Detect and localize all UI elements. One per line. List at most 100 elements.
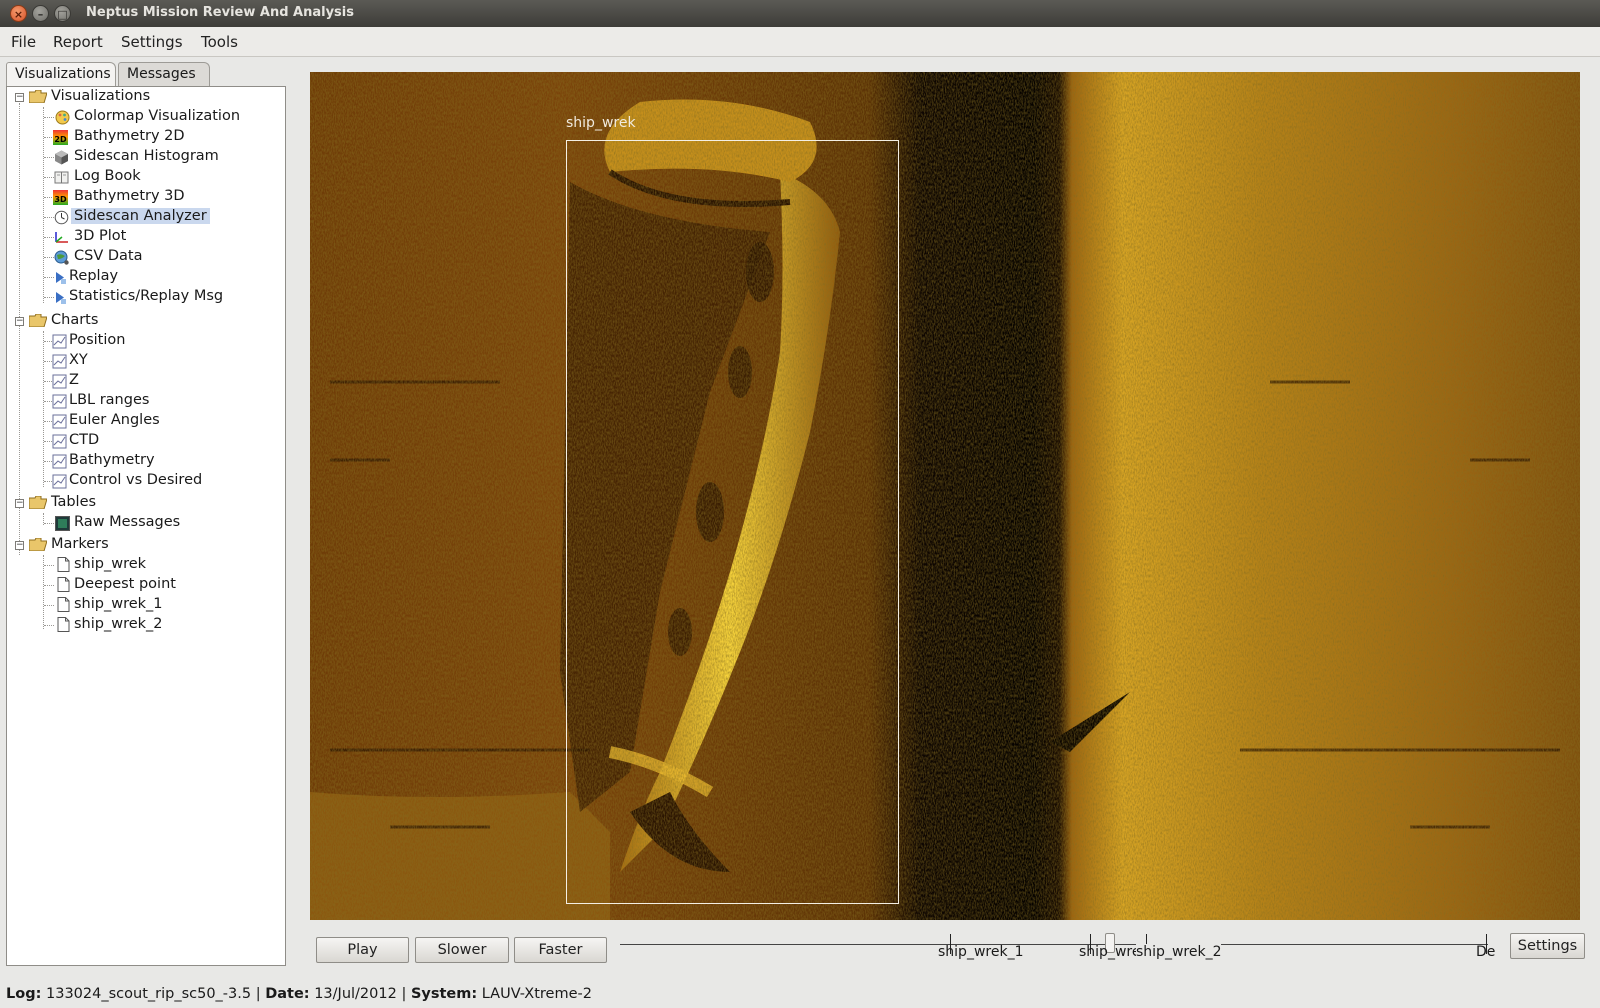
menu-file[interactable]: File bbox=[11, 33, 36, 51]
tree-item-label: Control vs Desired bbox=[69, 472, 203, 488]
folder-open-icon bbox=[29, 538, 47, 551]
settings-button[interactable]: Settings bbox=[1510, 933, 1585, 959]
tree-item-xy[interactable]: XY bbox=[7, 351, 283, 371]
tree-item-label: 3D Plot bbox=[74, 228, 127, 244]
tree-group-visualizations[interactable]: − Visualizations bbox=[7, 87, 283, 107]
faster-button[interactable]: Faster bbox=[514, 937, 607, 963]
chart-icon bbox=[52, 434, 67, 449]
tree-connector bbox=[44, 381, 52, 382]
tree-item-bathymetry[interactable]: Bathymetry bbox=[7, 451, 283, 471]
timeline-slider[interactable]: ship_wrek_1 ship_wrek ship_wrek_2 De bbox=[620, 928, 1495, 968]
globe-icon bbox=[54, 250, 69, 265]
play-button[interactable]: Play bbox=[316, 937, 409, 963]
tree-item-label: Bathymetry 2D bbox=[74, 128, 185, 144]
tree-item-bathymetry-3d[interactable]: 3D Bathymetry 3D bbox=[7, 187, 283, 207]
tree-item-label: ship_wrek bbox=[74, 556, 147, 572]
date-value: 13/Jul/2012 bbox=[314, 986, 397, 1002]
system-value: LAUV-Xtreme-2 bbox=[481, 986, 592, 1002]
tree-item-log-book[interactable]: Log Book bbox=[7, 167, 283, 187]
sidescan-image-view[interactable]: ship_wrek bbox=[310, 72, 1580, 920]
tree-connector bbox=[44, 257, 54, 258]
tree-item-euler-angles[interactable]: Euler Angles bbox=[7, 411, 283, 431]
document-icon bbox=[57, 557, 70, 572]
tree-item-label: CTD bbox=[69, 432, 100, 448]
tree-item-replay[interactable]: Replay bbox=[7, 267, 283, 287]
tree-item-control-vs-desired[interactable]: Control vs Desired bbox=[7, 471, 283, 491]
tree-item-label: Sidescan Analyzer bbox=[71, 208, 210, 224]
menu-report[interactable]: Report bbox=[53, 33, 103, 51]
tree-item-label: Position bbox=[69, 332, 126, 348]
tree-item-label: Bathymetry 3D bbox=[74, 188, 185, 204]
tree-group-label: Markers bbox=[51, 536, 109, 552]
tree-item-label: Sidescan Histogram bbox=[74, 148, 219, 164]
title-bar: × – □ Neptus Mission Review And Analysis bbox=[0, 0, 1600, 27]
folder-open-icon bbox=[29, 314, 47, 327]
slower-button[interactable]: Slower bbox=[415, 937, 509, 963]
visualizations-tree: − Visualizations Colormap Visualization … bbox=[6, 86, 286, 966]
close-icon[interactable]: × bbox=[10, 5, 27, 22]
replay-icon bbox=[56, 272, 66, 284]
tree-item-label: ship_wrek_1 bbox=[74, 596, 163, 612]
tree-item-3d-plot[interactable]: 3D Plot bbox=[7, 227, 283, 247]
clock-icon bbox=[54, 210, 69, 225]
tree-connector bbox=[44, 625, 54, 626]
status-separator: | bbox=[401, 986, 407, 1002]
tree-item-label: Deepest point bbox=[74, 576, 176, 592]
timeline-track bbox=[620, 944, 1488, 945]
tree-item-sidescan-histogram[interactable]: Sidescan Histogram bbox=[7, 147, 283, 167]
tree-item-z[interactable]: Z bbox=[7, 371, 283, 391]
palette-icon bbox=[55, 110, 70, 125]
plot-3d-icon bbox=[55, 232, 68, 243]
collapse-icon[interactable]: − bbox=[15, 541, 24, 550]
tab-visualizations[interactable]: Visualizations bbox=[6, 62, 116, 86]
sidescan-sonar-image bbox=[310, 72, 1580, 920]
timeline-mark-label: ship_wrek_2 bbox=[1136, 944, 1222, 960]
tree-item-csv-data[interactable]: CSV Data bbox=[7, 247, 283, 267]
terminal-icon bbox=[55, 516, 70, 531]
tree-connector bbox=[44, 157, 54, 158]
tree-connector bbox=[44, 421, 52, 422]
chart-icon bbox=[52, 454, 67, 469]
tree-item-label: LBL ranges bbox=[69, 392, 150, 408]
tree-item-sidescan-analyzer[interactable]: Sidescan Analyzer bbox=[7, 207, 283, 227]
menu-bar: File Report Settings Tools bbox=[0, 27, 1600, 57]
tree-group-tables[interactable]: − Tables bbox=[7, 493, 283, 513]
collapse-icon[interactable]: − bbox=[15, 317, 24, 326]
tree-item-label: ship_wrek_2 bbox=[74, 616, 163, 632]
tree-group-charts[interactable]: − Charts bbox=[7, 311, 283, 331]
tree-item-marker-ship-wrek-1[interactable]: ship_wrek_1 bbox=[7, 595, 283, 615]
tree-item-marker-ship-wrek-2[interactable]: ship_wrek_2 bbox=[7, 615, 283, 635]
tree-item-lbl-ranges[interactable]: LBL ranges bbox=[7, 391, 283, 411]
chart-icon bbox=[52, 334, 67, 349]
collapse-icon[interactable]: − bbox=[15, 93, 24, 102]
tab-messages[interactable]: Messages bbox=[118, 62, 210, 86]
folder-open-icon bbox=[29, 496, 47, 509]
date-label: Date: bbox=[265, 986, 310, 1002]
tree-connector bbox=[44, 441, 52, 442]
menu-tools[interactable]: Tools bbox=[201, 33, 238, 51]
bathymetry-2d-icon: 2D bbox=[53, 130, 68, 145]
menu-settings[interactable]: Settings bbox=[121, 33, 183, 51]
document-icon bbox=[57, 577, 70, 592]
cube-icon bbox=[55, 150, 68, 165]
tree-group-markers[interactable]: − Markers bbox=[7, 535, 283, 555]
minimize-icon[interactable]: – bbox=[32, 5, 49, 22]
tree-item-raw-messages[interactable]: Raw Messages bbox=[7, 513, 283, 533]
tree-item-marker-deepest-point[interactable]: Deepest point bbox=[7, 575, 283, 595]
collapse-icon[interactable]: − bbox=[15, 499, 24, 508]
tree-item-position[interactable]: Position bbox=[7, 331, 283, 351]
bathymetry-3d-icon: 3D bbox=[53, 190, 68, 205]
tree-connector bbox=[44, 237, 54, 238]
tree-connector bbox=[44, 177, 54, 178]
tree-item-colormap-visualization[interactable]: Colormap Visualization bbox=[7, 107, 283, 127]
tree-connector bbox=[44, 481, 52, 482]
window-title: Neptus Mission Review And Analysis bbox=[86, 5, 354, 20]
timeline-mark-label: ship_wrek_1 bbox=[938, 944, 1024, 960]
maximize-icon[interactable]: □ bbox=[54, 5, 71, 22]
tree-item-ctd[interactable]: CTD bbox=[7, 431, 283, 451]
chart-icon bbox=[52, 414, 67, 429]
tree-item-bathymetry-2d[interactable]: 2D Bathymetry 2D bbox=[7, 127, 283, 147]
marker-box[interactable] bbox=[566, 140, 899, 904]
tree-item-statistics-replay-msg[interactable]: Statistics/Replay Msg bbox=[7, 287, 283, 307]
tree-item-marker-ship-wrek[interactable]: ship_wrek bbox=[7, 555, 283, 575]
